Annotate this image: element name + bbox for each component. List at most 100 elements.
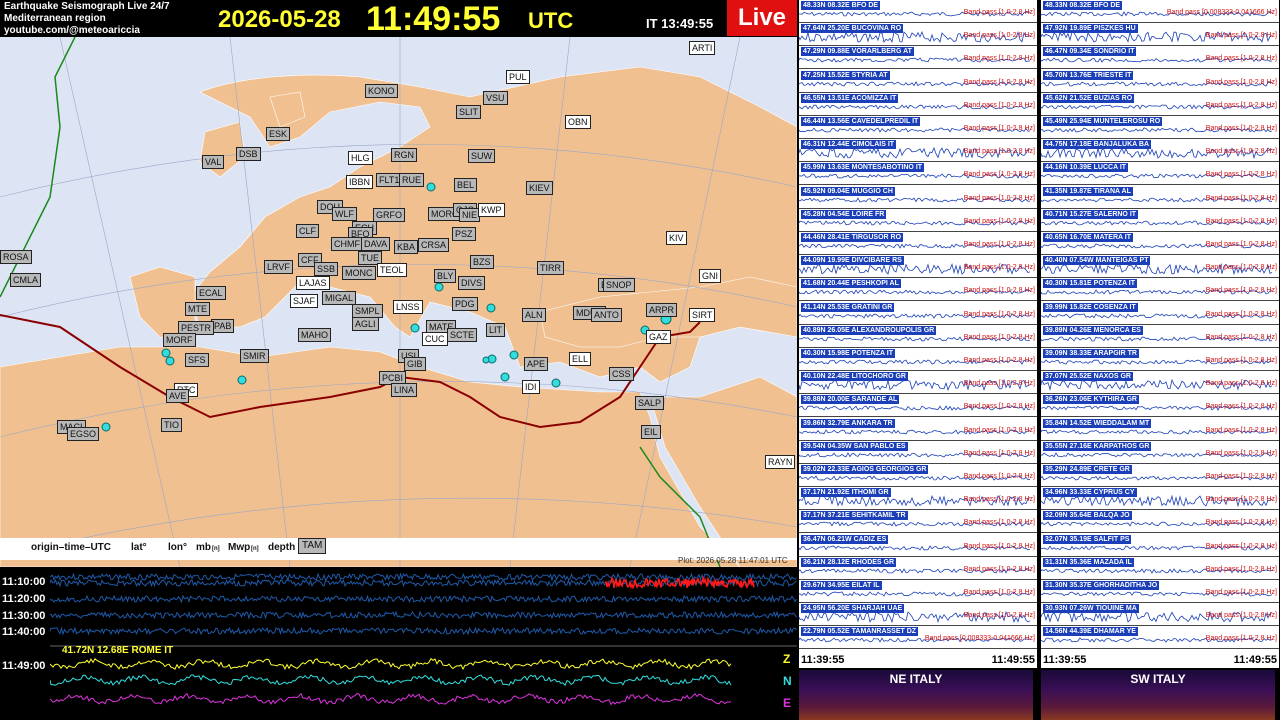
station-row[interactable]: 45.70N 13.76E TRIESTE IT Band pass [1.0-2…	[1041, 70, 1279, 93]
station-label-lnss[interactable]: LNSS	[393, 300, 423, 314]
station-label-anto[interactable]: ANTO	[591, 308, 622, 322]
station-label-maho[interactable]: MAHO	[298, 328, 331, 342]
station-row[interactable]: 35.29N 24.89E CRETE GR Band pass [1.0-2.8…	[1041, 464, 1279, 487]
station-row[interactable]: 46.44N 13.56E CAVEDELPREDIL IT Band pass …	[799, 116, 1037, 139]
station-row[interactable]: 35.55N 27.16E KARPATHOS GR Band pass [1.0…	[1041, 441, 1279, 464]
station-label-scte[interactable]: SCTE	[447, 328, 478, 342]
station-label-pul[interactable]: PUL	[506, 70, 530, 84]
station-label-crsa[interactable]: CRSA	[418, 238, 450, 252]
station-label-css[interactable]: CSS	[609, 367, 634, 381]
station-label-eil[interactable]: EIL	[641, 425, 661, 439]
station-label-cmla[interactable]: CMLA	[10, 273, 42, 287]
station-row[interactable]: 44.75N 17.18E BANJALUKA BA Band pass [1.0…	[1041, 139, 1279, 163]
station-row[interactable]: 30.93N 07.26W TIOUINE MA Band pass [1.0-2…	[1041, 603, 1279, 627]
station-label-sjaf[interactable]: SJAF	[290, 294, 319, 308]
station-row[interactable]: 47.25N 15.52E STYRIA AT Band pass [1.0-2.…	[799, 70, 1037, 93]
station-label-sfs[interactable]: SFS	[185, 353, 209, 367]
station-label-kono[interactable]: KONO	[365, 84, 398, 98]
station-label-ell[interactable]: ELL	[569, 352, 592, 366]
station-row[interactable]: 48.33N 08.32E BFO DE Band pass [0.008333-…	[1041, 0, 1279, 23]
station-label-lina[interactable]: LINA	[391, 383, 418, 397]
station-label-divs[interactable]: DIVS	[458, 276, 486, 290]
station-label-pdg[interactable]: PDG	[452, 297, 478, 311]
station-row[interactable]: 47.64N 25.20E BUCOVINA RO Band pass [1.0-…	[799, 23, 1037, 47]
station-label-suw[interactable]: SUW	[468, 149, 495, 163]
station-label-snop[interactable]: SNOP	[603, 278, 635, 292]
station-label-wlf[interactable]: WLF	[332, 207, 357, 221]
station-label-arti[interactable]: ARTI	[689, 41, 716, 55]
station-label-smpl[interactable]: SMPL	[352, 304, 383, 318]
station-row[interactable]: 47.29N 09.88E VORARLBERG AT Band pass [1.…	[799, 46, 1037, 70]
station-label-ave[interactable]: AVE	[166, 389, 190, 403]
station-label-idi[interactable]: IDI	[522, 380, 540, 394]
station-label-lit[interactable]: LIT	[486, 323, 506, 337]
station-label-smir[interactable]: SMIR	[240, 349, 269, 363]
station-label-sirt[interactable]: SIRT	[689, 308, 716, 322]
station-row[interactable]: 46.55N 13.51E ACOMIZZA IT Band pass [1.0-…	[799, 93, 1037, 116]
station-row[interactable]: 35.84N 14.52E WIEDDALAM MT Band pass [1.0…	[1041, 418, 1279, 441]
station-row[interactable]: 36.47N 06.21W CADIZ ES Band pass [1.0-2.8…	[799, 534, 1037, 557]
station-row[interactable]: 41.14N 25.53E GRATINI GR Band pass [1.0-2…	[799, 302, 1037, 325]
station-label-nie[interactable]: NIE	[459, 208, 481, 222]
station-label-agli[interactable]: AGLI	[352, 317, 379, 331]
station-row[interactable]: 40.10N 22.48E LITOCHORO GR Band pass [1.0…	[799, 371, 1037, 395]
station-label-cuc[interactable]: CUC	[422, 332, 448, 346]
station-label-val[interactable]: VAL	[202, 155, 225, 169]
station-label-psz[interactable]: PSZ	[452, 227, 476, 241]
station-label-grfo[interactable]: GRFO	[373, 208, 405, 222]
station-row[interactable]: 40.30N 15.98E POTENZA IT Band pass [1.0-2…	[799, 348, 1037, 371]
station-label-kiev[interactable]: KIEV	[526, 181, 553, 195]
station-label-kiv[interactable]: KIV	[666, 231, 687, 245]
station-row[interactable]: 46.47N 09.34E SONDRIO IT Band pass [1.0-2…	[1041, 46, 1279, 70]
station-label-kwp[interactable]: KWP	[478, 203, 505, 217]
station-row[interactable]: 40.30N 15.81E POTENZA IT Band pass [1.0-2…	[1041, 278, 1279, 302]
station-label-lrvf[interactable]: LRVF	[264, 260, 293, 274]
station-row[interactable]: 32.09N 35.64E BALQA JO Band pass [1.0-2.8…	[1041, 510, 1279, 534]
station-label-vsu[interactable]: VSU	[483, 91, 508, 105]
station-row[interactable]: 31.31N 35.36E MAZADA IL Band pass [1.0-2.…	[1041, 557, 1279, 580]
station-row[interactable]: 39.89N 04.26E MENORCA ES Band pass [1.0-2…	[1041, 325, 1279, 348]
station-label-ibbn[interactable]: IBBN	[346, 175, 374, 189]
station-label-slit[interactable]: SLIT	[456, 105, 482, 119]
station-row[interactable]: 39.88N 20.00E SARANDE AL Band pass [1.0-2…	[799, 394, 1037, 418]
station-label-esk[interactable]: ESK	[266, 127, 291, 141]
station-row[interactable]: 39.09N 38.33E ARAPGIR TR Band pass [1.0-2…	[1041, 348, 1279, 371]
station-row[interactable]: 39.02N 22.33E AGIOS GEORGIOS GR Band pass…	[799, 464, 1037, 487]
station-label-gib[interactable]: GIB	[404, 357, 426, 371]
station-row[interactable]: 46.31N 12.44E CIMOLAIS IT Band pass [1.0-…	[799, 139, 1037, 163]
station-row[interactable]: 36.21N 28.12E RHODES GR Band pass [1.0-2.…	[799, 557, 1037, 580]
station-row[interactable]: 44.46N 28.41E TIRGUSOR RO Band pass [1.0-…	[799, 232, 1037, 255]
station-label-tirr[interactable]: TIRR	[537, 261, 564, 275]
station-label-lajas[interactable]: LAJAS	[296, 276, 330, 290]
station-label-mte[interactable]: MTE	[185, 302, 210, 316]
station-label-clf[interactable]: CLF	[296, 224, 320, 238]
station-label-teol[interactable]: TEOL	[377, 263, 407, 277]
station-row[interactable]: 40.89N 26.05E ALEXANDROUPOLIS GR Band pas…	[799, 325, 1037, 348]
station-row[interactable]: 45.99N 13.63E MONTESABOTINO IT Band pass …	[799, 162, 1037, 186]
station-row[interactable]: 24.95N 56.20E SHARJAH UAE Band pass [1.0-…	[799, 603, 1037, 627]
station-row[interactable]: 39.86N 32.79E ANKARA TR Band pass [1.0-2.…	[799, 418, 1037, 441]
station-label-migal[interactable]: MIGAL	[322, 291, 357, 305]
station-label-dava[interactable]: DAVA	[361, 237, 391, 251]
station-label-obn[interactable]: OBN	[565, 115, 591, 129]
station-row[interactable]: 40.71N 15.27E SALERNO IT Band pass [1.0-2…	[1041, 209, 1279, 232]
station-label-dsb[interactable]: DSB	[236, 147, 261, 161]
station-label-salp[interactable]: SALP	[635, 396, 665, 410]
station-label-chmf[interactable]: CHMF	[331, 237, 363, 251]
station-row[interactable]: 45.62N 21.52E BUZIAS RO Band pass [1.0-2.…	[1041, 93, 1279, 116]
station-row[interactable]: 36.26N 23.06E KYTHIRA GR Band pass [1.0-2…	[1041, 394, 1279, 418]
station-row[interactable]: 44.09N 19.99E DIVCIBARE RS Band pass [1.0…	[799, 255, 1037, 279]
station-label-bel[interactable]: BEL	[454, 178, 478, 192]
station-row[interactable]: 37.17N 37.21E SEHITKAMIL TR Band pass [1.…	[799, 510, 1037, 534]
station-row[interactable]: 45.28N 04.54E LOIRE FR Band pass [1.0-2.8…	[799, 209, 1037, 232]
station-row[interactable]: 31.30N 35.37E GHORHADITHA JO Band pass [1…	[1041, 580, 1279, 603]
station-label-gni[interactable]: GNI	[699, 269, 722, 283]
station-label-hlg[interactable]: HLG	[348, 151, 373, 165]
station-label-bzs[interactable]: BZS	[470, 255, 494, 269]
station-row[interactable]: 47.92N 19.89E PISZKES HU Band pass [1.0-2…	[1041, 23, 1279, 47]
station-label-ecal[interactable]: ECAL	[196, 286, 226, 300]
station-row[interactable]: 39.54N 04.35W SAN PABLO ES Band pass [1.0…	[799, 441, 1037, 464]
station-label-monc[interactable]: MONC	[342, 266, 376, 280]
station-row[interactable]: 34.96N 33.33E CYPRUS CY Band pass [1.0-2.…	[1041, 487, 1279, 511]
station-label-pab[interactable]: PAB	[211, 319, 235, 333]
